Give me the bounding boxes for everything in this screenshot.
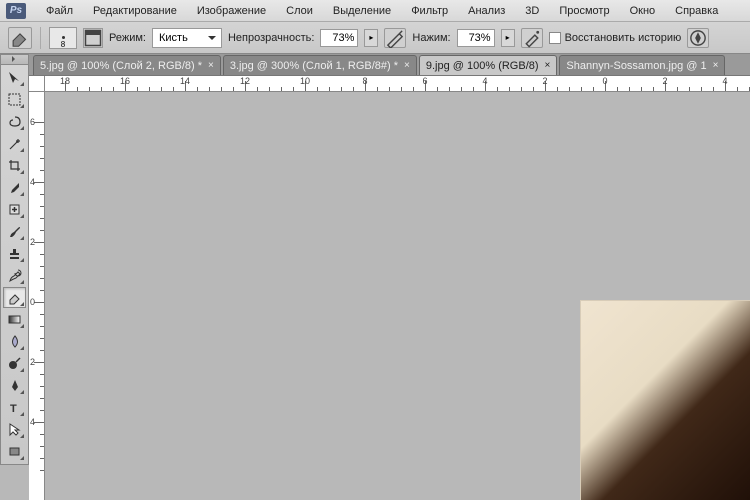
tool-eyedropper[interactable] (3, 177, 26, 198)
tab-label: Shannyn-Sossamon.jpg @ 1 (566, 60, 706, 72)
menu-3d[interactable]: 3D (515, 2, 549, 20)
tools-panel: T (0, 64, 29, 465)
tool-brush[interactable] (3, 221, 26, 242)
close-icon[interactable]: × (404, 60, 410, 71)
options-bar: 8 Режим: Кисть Непрозрачность: 73% ▸ Наж… (0, 22, 750, 54)
tool-gradient[interactable] (3, 309, 26, 330)
menu-layers[interactable]: Слои (276, 2, 323, 20)
ruler-vertical[interactable]: 6 4 2 0 2 4 (29, 92, 45, 500)
tool-marquee[interactable] (3, 89, 26, 110)
flow-input[interactable]: 73% (457, 29, 495, 47)
document-tab[interactable]: 3.jpg @ 300% (Слой 1, RGB/8#) * × (223, 55, 417, 75)
tool-lasso[interactable] (3, 111, 26, 132)
tool-move[interactable] (3, 67, 26, 88)
ruler-tick-label: 16 (120, 76, 130, 86)
flow-flyout[interactable]: ▸ (501, 29, 515, 47)
ruler-tick-label: 4 (30, 177, 35, 187)
ruler-tick-label: 8 (362, 76, 367, 86)
tool-preset-picker[interactable] (8, 27, 32, 49)
workspace: T 5.jpg @ 100% (Слой 2, RGB/8) *×3.jpg @… (0, 54, 750, 500)
tool-history-brush[interactable] (3, 265, 26, 286)
ruler-tick-label: 6 (422, 76, 427, 86)
ruler-horizontal[interactable]: 18 16 14 12 10 8 6 4 2 0 2 4 (45, 76, 750, 92)
pen-pressure-icon (688, 28, 708, 48)
ruler-tick-label: 0 (30, 297, 35, 307)
tool-pen[interactable] (3, 375, 26, 396)
document-tab[interactable]: Shannyn-Sossamon.jpg @ 1 × (559, 55, 725, 75)
tab-label: 3.jpg @ 300% (Слой 1, RGB/8#) * (230, 60, 398, 72)
tool-rectangle[interactable] (3, 441, 26, 462)
opacity-input[interactable]: 73% (320, 29, 358, 47)
menu-edit[interactable]: Редактирование (83, 2, 187, 20)
close-icon[interactable]: × (713, 60, 719, 71)
ruler-tick-label: 6 (30, 117, 35, 127)
ruler-tick-label: 2 (30, 237, 35, 247)
menu-select[interactable]: Выделение (323, 2, 401, 20)
close-icon[interactable]: × (208, 60, 214, 71)
ruler-origin[interactable] (29, 76, 45, 92)
panel-icon (84, 29, 102, 47)
ruler-tick-label: 2 (542, 76, 547, 86)
size-pressure-toggle[interactable] (687, 28, 709, 48)
menubar: Ps Файл Редактирование Изображение Слои … (0, 0, 750, 22)
document-tab[interactable]: 9.jpg @ 100% (RGB/8) × (419, 55, 558, 75)
ruler-tick-label: 4 (722, 76, 727, 86)
menu-analysis[interactable]: Анализ (458, 2, 515, 20)
mode-value: Кисть (159, 32, 188, 44)
menu-view[interactable]: Просмотр (549, 2, 619, 20)
ruler-tick-label: 4 (30, 417, 35, 427)
canvas[interactable] (45, 92, 750, 500)
pen-pressure-icon (385, 28, 405, 48)
ruler-tick-label: 10 (300, 76, 310, 86)
tool-dodge[interactable] (3, 353, 26, 374)
menu-image[interactable]: Изображение (187, 2, 276, 20)
tool-type[interactable]: T (3, 397, 26, 418)
tab-label: 5.jpg @ 100% (Слой 2, RGB/8) * (40, 60, 202, 72)
tab-label: 9.jpg @ 100% (RGB/8) (426, 60, 539, 72)
brush-panel-toggle[interactable] (83, 28, 103, 48)
tool-blur[interactable] (3, 331, 26, 352)
tools-collapse[interactable] (0, 54, 29, 64)
eraser-icon (9, 27, 31, 49)
history-checkbox-wrap[interactable]: Восстановить историю (549, 32, 682, 44)
menu-file[interactable]: Файл (36, 2, 83, 20)
ruler-tick-label: 4 (482, 76, 487, 86)
brush-size-label: 8 (61, 40, 65, 49)
document-image (580, 300, 750, 500)
app-logo: Ps (6, 3, 26, 19)
tool-eraser[interactable] (3, 287, 26, 308)
tool-stamp[interactable] (3, 243, 26, 264)
ruler-tick-label: 12 (240, 76, 250, 86)
ruler-tick-label: 14 (180, 76, 190, 86)
history-checkbox[interactable] (549, 32, 561, 44)
mode-label: Режим: (109, 32, 146, 44)
document-tabs: 5.jpg @ 100% (Слой 2, RGB/8) *×3.jpg @ 3… (29, 54, 750, 76)
document-tab[interactable]: 5.jpg @ 100% (Слой 2, RGB/8) * × (33, 55, 221, 75)
opacity-label: Непрозрачность: (228, 32, 314, 44)
ruler-tick-label: 0 (602, 76, 607, 86)
tool-crop[interactable] (3, 155, 26, 176)
menu-help[interactable]: Справка (665, 2, 728, 20)
menu-window[interactable]: Окно (620, 2, 666, 20)
ruler-tick-label: 2 (662, 76, 667, 86)
opacity-pressure-toggle[interactable] (384, 28, 406, 48)
opacity-flyout[interactable]: ▸ (364, 29, 378, 47)
canvas-area: 5.jpg @ 100% (Слой 2, RGB/8) *×3.jpg @ 3… (29, 54, 750, 500)
tool-wand[interactable] (3, 133, 26, 154)
svg-text:T: T (10, 403, 17, 415)
history-label: Восстановить историю (565, 32, 682, 44)
flow-label: Нажим: (412, 32, 450, 44)
tool-path-select[interactable] (3, 419, 26, 440)
airbrush-icon (522, 28, 542, 48)
menu-filter[interactable]: Фильтр (401, 2, 458, 20)
ruler-tick-label: 2 (30, 357, 35, 367)
close-icon[interactable]: × (545, 60, 551, 71)
airbrush-toggle[interactable] (521, 28, 543, 48)
tool-healing[interactable] (3, 199, 26, 220)
brush-preset-picker[interactable]: 8 (49, 27, 77, 49)
ruler-tick-label: 18 (60, 76, 70, 86)
mode-select[interactable]: Кисть (152, 28, 222, 48)
